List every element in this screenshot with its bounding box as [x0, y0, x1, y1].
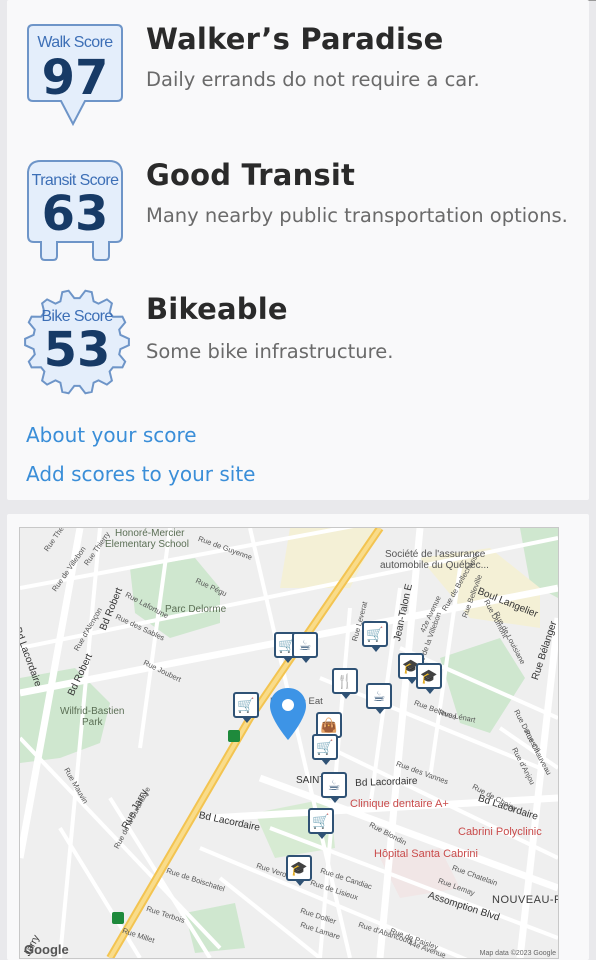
transit-score-row: Transit Score 63 Good Transit Many nearb…: [7, 158, 589, 268]
map-label-parc-delorme: Parc Delorme: [165, 604, 227, 615]
cart-marker-icon[interactable]: 🛒: [362, 621, 388, 652]
map-label-clinique: Clinique dentaire A+: [350, 798, 449, 810]
cart-marker-icon[interactable]: 🛒: [312, 734, 338, 765]
transit-score-badge: Transit Score 63: [25, 158, 129, 264]
neighborhood-map[interactable]: Honoré-Mercier Elementary School Parc De…: [19, 527, 559, 959]
bike-score-value: 53: [43, 322, 111, 378]
add-scores-link[interactable]: Add scores to your site: [26, 462, 255, 486]
google-logo: Google: [24, 942, 69, 957]
walk-score-badge: Walk Score 97: [25, 22, 129, 128]
walk-score-value: 97: [41, 50, 109, 106]
cap-marker-icon[interactable]: 🎓: [286, 855, 312, 886]
transit-score-description: Many nearby public transportation option…: [146, 204, 568, 227]
map-label-hopital: Hôpital Santa Cabrini: [374, 848, 478, 860]
bike-score-row: Bike Score 53 Bikeable Some bike infrast…: [7, 288, 589, 400]
score-card: Walk Score 97 Walker’s Paradise Daily er…: [7, 0, 589, 500]
transit-score-title: Good Transit: [146, 158, 356, 192]
walk-score-row: Walk Score 97 Walker’s Paradise Daily er…: [7, 22, 589, 132]
cart-marker-icon[interactable]: 🛒: [308, 808, 334, 839]
map-label-nouveau-rosemont: NOUVEAU-ROS: [492, 894, 558, 906]
bike-score-title: Bikeable: [146, 292, 288, 326]
map-data-attribution: Map data ©2023 Google: [479, 950, 556, 957]
cap-marker-icon[interactable]: 🎓: [416, 663, 442, 694]
cup-marker-icon[interactable]: ☕: [366, 683, 392, 714]
map-label-wilfrid-bastien: Wilfrid-Bastien: [60, 706, 125, 717]
map-card: Honoré-Mercier Elementary School Parc De…: [7, 514, 589, 960]
transit-score-value: 63: [41, 186, 109, 242]
walk-score-description: Daily errands do not require a car.: [146, 68, 480, 91]
cup-marker-icon[interactable]: ☕: [292, 632, 318, 663]
map-label-cabrini: Cabrini Polyclinic: [458, 826, 542, 838]
map-label-bd-lacordaire-east: Bd Lacordaire: [355, 775, 418, 789]
bike-score-badge: Bike Score 53: [23, 288, 130, 395]
fork-marker-icon[interactable]: 🍴: [332, 668, 358, 699]
map-label-elementary: Elementary School: [105, 539, 189, 550]
walk-score-title: Walker’s Paradise: [146, 22, 444, 56]
cup-marker-icon[interactable]: ☕: [321, 772, 347, 803]
highway-exit-sign-south: [112, 912, 124, 924]
map-label-honore-mercier: Honoré-Mercier: [115, 528, 185, 539]
highway-exit-sign: [228, 730, 240, 742]
bike-score-description: Some bike infrastructure.: [146, 340, 394, 363]
about-score-link[interactable]: About your score: [26, 423, 197, 447]
map-label-park: Park: [82, 717, 103, 728]
cart-marker-icon[interactable]: 🛒: [233, 692, 259, 723]
